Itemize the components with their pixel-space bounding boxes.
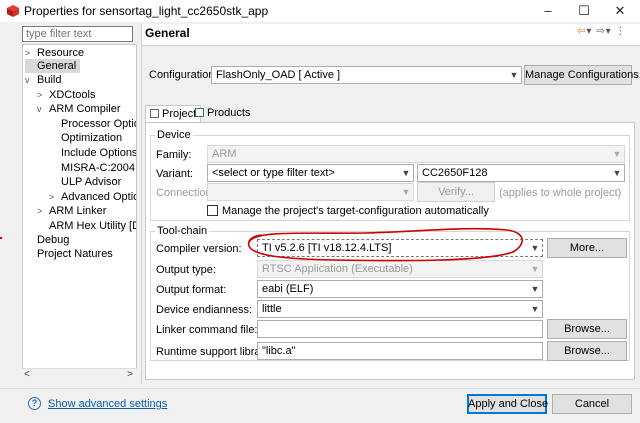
chevron-down-icon[interactable]: ▾: [586, 26, 592, 37]
chevron-down-icon[interactable]: ▼: [399, 165, 413, 181]
tree-item-ulp-advisor[interactable]: ULP Advisor: [61, 175, 121, 189]
chevron-down-icon[interactable]: ▼: [528, 261, 542, 277]
verify-button[interactable]: Verify...: [417, 182, 495, 202]
tree-item-project-natures[interactable]: Project Natures: [37, 247, 113, 261]
chevron-down-icon[interactable]: ▼: [528, 301, 542, 317]
tree-item-arm-hex-utility[interactable]: ARM Hex Utility [Dis: [49, 219, 136, 233]
tree-item-include-options[interactable]: Include Options: [61, 146, 136, 160]
help-icon[interactable]: ?: [28, 397, 41, 410]
red-annotation-dot: [0, 237, 2, 239]
tree-item-resource[interactable]: > Resource: [25, 46, 84, 60]
tree-item-misra[interactable]: MISRA-C:2004: [61, 161, 135, 175]
output-format-label: Output format:: [156, 284, 227, 296]
endianness-select[interactable]: little ▼: [257, 300, 543, 318]
chevron-right-icon[interactable]: >: [37, 204, 49, 218]
back-arrow-icon[interactable]: ⇦: [577, 26, 586, 37]
nav-buttons: ⇦▾ ⇨▾ ⋮: [577, 26, 626, 37]
compiler-version-label: Compiler version:: [156, 243, 242, 255]
tree-item-build[interactable]: v Build: [25, 73, 61, 87]
manage-configurations-button[interactable]: Manage Configurations...: [524, 65, 640, 85]
chevron-down-icon[interactable]: ▼: [528, 281, 542, 297]
tree-item-xdctools[interactable]: > XDCtools: [37, 88, 95, 102]
apply-and-close-button[interactable]: Apply and Close: [467, 394, 548, 414]
output-type-select[interactable]: RTSC Application (Executable) ▼: [257, 260, 543, 278]
tab-products[interactable]: Products: [191, 105, 254, 123]
chevron-right-icon[interactable]: >: [37, 88, 49, 102]
device-group-title: Device: [155, 129, 193, 141]
runtime-browse-button[interactable]: Browse...: [547, 341, 627, 361]
minimize-button[interactable]: –: [530, 0, 566, 22]
chevron-down-icon[interactable]: ▼: [507, 67, 521, 83]
page-header: [142, 24, 640, 46]
linker-browse-button[interactable]: Browse...: [547, 319, 627, 339]
compiler-version-select[interactable]: TI v5.2.6 [TI v18.12.4.LTS] ▼: [257, 239, 543, 257]
connection-label: Connection:: [156, 187, 215, 199]
maximize-button[interactable]: ☐: [566, 0, 602, 22]
variant-select[interactable]: CC2650F128 ▼: [417, 164, 625, 182]
more-button[interactable]: More...: [547, 238, 627, 258]
variant-label: Variant:: [156, 168, 194, 180]
manage-target-config-checkbox[interactable]: [207, 205, 218, 216]
chevron-down-icon[interactable]: ▾: [606, 26, 612, 37]
chevron-down-icon[interactable]: ▼: [610, 146, 624, 162]
chevron-down-icon[interactable]: ▼: [528, 240, 542, 256]
red-cube-icon: [7, 5, 19, 17]
horizontal-scrollbar[interactable]: < >: [22, 368, 137, 381]
tree-item-arm-linker[interactable]: > ARM Linker: [37, 204, 106, 218]
verify-note: (applies to whole project): [499, 187, 622, 199]
toolchain-group-title: Tool-chain: [155, 225, 210, 237]
tree-item-advanced-option[interactable]: > Advanced Option: [49, 190, 136, 204]
connection-select[interactable]: ▼: [207, 183, 414, 201]
family-label: Family:: [156, 149, 192, 161]
tree-item-general[interactable]: General: [25, 59, 81, 73]
chevron-down-icon[interactable]: v: [25, 73, 37, 87]
chevron-right-icon[interactable]: >: [25, 46, 37, 60]
tree-item-arm-compiler[interactable]: v ARM Compiler: [37, 102, 121, 116]
manage-target-config-label: Manage the project's target-configuratio…: [222, 205, 489, 217]
tree-item-optimization[interactable]: Optimization: [61, 131, 122, 145]
scroll-right-icon[interactable]: >: [127, 369, 133, 380]
cancel-button[interactable]: Cancel: [552, 394, 632, 414]
window-title: Properties for sensortag_light_cc2650stk…: [24, 4, 269, 18]
footer-divider: [0, 388, 640, 389]
configuration-label: Configuration:: [149, 69, 218, 81]
forward-arrow-icon[interactable]: ⇨: [596, 26, 605, 37]
linker-command-file-input[interactable]: [257, 320, 543, 338]
page-title: General: [145, 26, 190, 40]
output-format-select[interactable]: eabi (ELF) ▼: [257, 280, 543, 298]
close-button[interactable]: ✕: [602, 0, 638, 22]
project-tab-icon: [150, 109, 159, 118]
runtime-library-label: Runtime support library:: [156, 346, 273, 358]
variant-filter-select[interactable]: <select or type filter text> ▼: [207, 164, 414, 182]
runtime-library-input[interactable]: "libc.a": [257, 342, 543, 360]
configuration-select[interactable]: FlashOnly_OAD [ Active ] ▼: [211, 66, 522, 84]
products-tab-icon: [195, 108, 204, 117]
show-advanced-settings-link[interactable]: Show advanced settings: [48, 398, 167, 410]
panel-divider[interactable]: [141, 24, 142, 384]
output-type-label: Output type:: [156, 264, 216, 276]
endianness-label: Device endianness:: [156, 304, 253, 316]
tree-item-processor-option[interactable]: Processor Option: [61, 117, 136, 131]
scroll-left-icon[interactable]: <: [24, 369, 30, 380]
family-select[interactable]: ARM ▼: [207, 145, 625, 163]
linker-command-file-label: Linker command file:: [156, 324, 258, 336]
tree-item-debug[interactable]: Debug: [37, 233, 69, 247]
chevron-down-icon[interactable]: v: [37, 102, 49, 116]
chevron-down-icon[interactable]: ▼: [610, 165, 624, 181]
chevron-right-icon[interactable]: >: [49, 190, 61, 204]
property-tree: > Resource General v Build > XDCtools v ARM …: [22, 44, 137, 381]
filter-input[interactable]: [22, 26, 133, 42]
chevron-down-icon[interactable]: ▼: [399, 184, 413, 200]
view-menu-icon[interactable]: ⋮: [615, 26, 626, 37]
